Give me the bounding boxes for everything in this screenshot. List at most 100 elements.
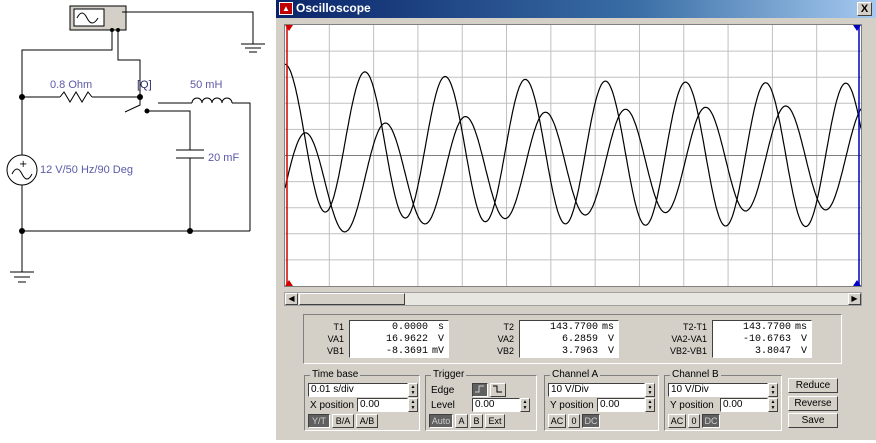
yt-mode-button[interactable]: Y/T bbox=[308, 414, 330, 428]
level-label: Level bbox=[431, 400, 455, 411]
xpos-field[interactable]: 0.00 bbox=[357, 398, 408, 412]
vb2-value: 3.7963 bbox=[561, 346, 598, 357]
window-title: Oscilloscope bbox=[296, 1, 371, 15]
t2-label: T2 bbox=[503, 322, 514, 332]
cursor-1-handle[interactable] bbox=[285, 25, 293, 31]
va1-unit: V bbox=[437, 334, 444, 345]
va1-label: VA1 bbox=[327, 334, 344, 344]
circuit-schematic: + 0.8 Ohm [Q] 50 mH 20 mF 12 V/50 Hz/90 … bbox=[0, 0, 275, 440]
timebase-spinner[interactable]: ▲ ▼ bbox=[408, 383, 418, 397]
trigger-title: Trigger bbox=[431, 369, 467, 380]
scope-screen[interactable] bbox=[284, 24, 862, 287]
channel-b-ac-button[interactable]: AC bbox=[668, 414, 686, 428]
vb1-unit: mV bbox=[431, 346, 444, 357]
vb2vb1-value: 3.8047 bbox=[754, 346, 791, 357]
channel-a-ypos-spinner[interactable]: ▲ ▼ bbox=[645, 398, 655, 412]
va2-label: VA2 bbox=[497, 334, 514, 344]
channel-b-group: Channel B 10 V/Div ▲ ▼ Y position 0.00 ▲ ▼… bbox=[664, 369, 782, 431]
timebase-title: Time base bbox=[310, 369, 361, 380]
ab-mode-button[interactable]: A/B bbox=[356, 414, 378, 428]
trigger-ext-button[interactable]: Ext bbox=[485, 414, 505, 428]
va2va1-label: VA2-VA1 bbox=[671, 334, 707, 344]
level-field[interactable]: 0.00 bbox=[472, 398, 520, 412]
cursor-1-bottom-handle[interactable] bbox=[285, 280, 293, 286]
level-spinner[interactable]: ▲ ▼ bbox=[520, 398, 530, 412]
channel-b-scale-spinner[interactable]: ▲ ▼ bbox=[768, 383, 778, 397]
scroll-right-button[interactable]: ▶ bbox=[848, 293, 861, 305]
scroll-thumb[interactable] bbox=[299, 293, 405, 305]
falling-edge-icon bbox=[493, 385, 502, 393]
channel-a-zero-button[interactable]: 0 bbox=[568, 414, 580, 428]
xpos-label: X position bbox=[310, 400, 354, 411]
t1-unit: s bbox=[437, 322, 444, 333]
channel-a-dc-button[interactable]: DC bbox=[582, 414, 600, 428]
scope-plot bbox=[284, 25, 862, 286]
t2t1-label: T2-T1 bbox=[682, 322, 707, 332]
channel-b-scale-field[interactable]: 10 V/Div bbox=[668, 383, 768, 397]
channel-b-zero-button[interactable]: 0 bbox=[688, 414, 700, 428]
reverse-button[interactable]: Reverse bbox=[788, 396, 838, 411]
edge-falling-button[interactable] bbox=[490, 383, 506, 397]
edge-rising-button[interactable] bbox=[472, 383, 488, 397]
channel-a-scale-spinner[interactable]: ▲ ▼ bbox=[645, 383, 655, 397]
t2t1-value: 143.7700 bbox=[742, 322, 791, 333]
switch-label: [Q] bbox=[137, 79, 152, 91]
t1-label: T1 bbox=[333, 322, 344, 332]
cursor1-readout: 0.0000 s 16.9622 V -8.3691 mV bbox=[349, 320, 449, 358]
vb2-unit: V bbox=[607, 346, 614, 357]
cursor2-readout: 143.7700 ms 6.2859 V 3.7963 V bbox=[519, 320, 619, 358]
save-button[interactable]: Save bbox=[788, 413, 838, 428]
scroll-left-button[interactable]: ◀ bbox=[285, 293, 298, 305]
delta-readout: 143.7700 ms -10.6763 V 3.8047 V bbox=[712, 320, 812, 358]
vb2vb1-unit: V bbox=[800, 346, 807, 357]
timebase-field[interactable]: 0.01 s/div bbox=[308, 383, 408, 397]
trigger-a-button[interactable]: A bbox=[455, 414, 468, 428]
trigger-b-button[interactable]: B bbox=[470, 414, 483, 428]
app-icon: ▲ bbox=[279, 2, 293, 15]
channel-b-ypos-spinner[interactable]: ▲ ▼ bbox=[768, 398, 778, 412]
channel-a-title: Channel A bbox=[550, 369, 601, 380]
t2t1-unit: ms bbox=[794, 322, 807, 333]
svg-text:+: + bbox=[19, 159, 27, 170]
vb1-label: VB1 bbox=[326, 346, 344, 356]
channel-a-ypos-field[interactable]: 0.00 bbox=[597, 398, 645, 412]
edge-label: Edge bbox=[431, 385, 455, 396]
title-bar[interactable]: ▲ Oscilloscope X bbox=[276, 0, 876, 18]
channel-a-scale-field[interactable]: 10 V/Div bbox=[548, 383, 645, 397]
horizontal-scrollbar[interactable]: ◀ ▶ bbox=[284, 292, 862, 306]
channel-b-ypos-label: Y position bbox=[670, 400, 714, 411]
oscilloscope-window: ▲ Oscilloscope X ◀ ▶ T1 VA1 VB1 0.0000 s … bbox=[275, 0, 876, 440]
vb2vb1-label: VB2-VB1 bbox=[669, 346, 707, 356]
t2-unit: ms bbox=[601, 322, 614, 333]
close-button[interactable]: X bbox=[857, 2, 872, 16]
xpos-spinner[interactable]: ▲ ▼ bbox=[408, 398, 418, 412]
channel-b-ypos-field[interactable]: 0.00 bbox=[720, 398, 768, 412]
channel-a-ypos-label: Y position bbox=[550, 400, 594, 411]
channel-b-dc-button[interactable]: DC bbox=[702, 414, 720, 428]
vb2-label: VB2 bbox=[496, 346, 514, 356]
timebase-group: Time base 0.01 s/div ▲ ▼ X position 0.00 … bbox=[304, 369, 420, 431]
va2va1-unit: V bbox=[800, 334, 807, 345]
reduce-button[interactable]: Reduce bbox=[788, 378, 838, 393]
ba-mode-button[interactable]: B/A bbox=[332, 414, 354, 428]
channel-a-ac-button[interactable]: AC bbox=[548, 414, 566, 428]
va2-unit: V bbox=[607, 334, 614, 345]
t1-value: 0.0000 bbox=[391, 322, 428, 333]
circuit-wiring: + bbox=[6, 5, 265, 283]
va2-value: 6.2859 bbox=[561, 334, 598, 345]
trigger-auto-button[interactable]: Auto bbox=[429, 414, 453, 428]
inductor-label: 50 mH bbox=[190, 79, 223, 91]
channel-b-title: Channel B bbox=[670, 369, 721, 380]
vb1-value: -8.3691 bbox=[385, 346, 428, 357]
resistor-label: 0.8 Ohm bbox=[50, 79, 93, 91]
cursor-2-bottom-handle[interactable] bbox=[853, 280, 861, 286]
source-label: 12 V/50 Hz/90 Deg bbox=[40, 164, 133, 176]
channel-a-group: Channel A 10 V/Div ▲ ▼ Y position 0.00 ▲ ▼… bbox=[544, 369, 659, 431]
trigger-group: Trigger Edge Level 0.00 ▲ ▼ Auto A B Ext bbox=[425, 369, 537, 431]
capacitor-label: 20 mF bbox=[208, 152, 240, 164]
channel-a-trace bbox=[284, 63, 862, 228]
va1-value: 16.9622 bbox=[385, 334, 428, 345]
cursor-2-handle[interactable] bbox=[853, 25, 861, 31]
rising-edge-icon bbox=[475, 385, 484, 393]
cursor-readout-panel: T1 VA1 VB1 0.0000 s 16.9622 V -8.3691 mV T2… bbox=[303, 314, 842, 364]
